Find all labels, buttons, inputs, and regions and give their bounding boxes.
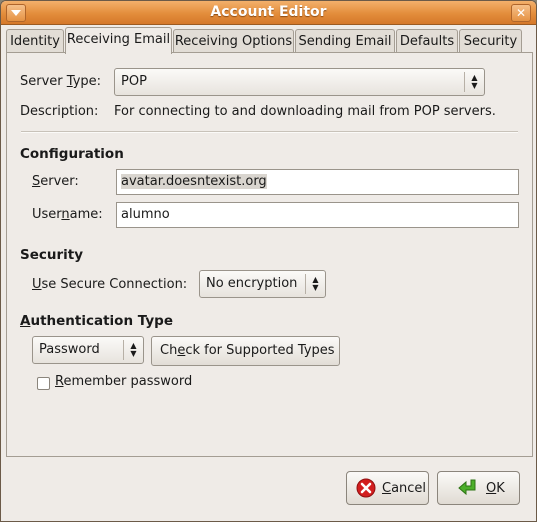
remember-password-checkbox[interactable] xyxy=(37,377,50,390)
server-field[interactable]: avatar.doesntexist.org xyxy=(116,169,519,195)
tab-security[interactable]: Security xyxy=(459,29,522,52)
tab-receiving-options[interactable]: Receiving Options xyxy=(173,29,294,52)
window-title: Account Editor xyxy=(210,4,327,20)
account-editor-window: Account Editor ✕ Identity Receiving Emai… xyxy=(0,0,537,522)
server-label: Server: xyxy=(32,174,79,189)
auth-type-combo[interactable]: Password ▲ ▼ xyxy=(32,336,144,364)
tab-receiving-email[interactable]: Receiving Email xyxy=(65,27,172,54)
server-type-value: POP xyxy=(121,74,147,89)
secure-connection-combo[interactable]: No encryption ▲ ▼ xyxy=(199,270,326,298)
auth-type-value: Password xyxy=(39,342,100,357)
server-value: avatar.doesntexist.org xyxy=(121,174,267,189)
server-type-label: Server Type: xyxy=(20,74,102,89)
titlebar[interactable]: Account Editor ✕ xyxy=(1,1,536,25)
separator xyxy=(21,131,518,133)
cancel-icon xyxy=(356,478,376,498)
description-text: For connecting to and downloading mail f… xyxy=(114,104,496,119)
combo-arrows-icon: ▲ ▼ xyxy=(305,274,325,294)
receiving-email-panel: Server Type: POP ▲ ▼ Description: For con… xyxy=(6,52,533,457)
tab-defaults[interactable]: Defaults xyxy=(396,29,458,52)
tab-bar: Identity Receiving Email Receiving Optio… xyxy=(6,27,526,54)
authentication-heading: Authentication Type xyxy=(20,313,173,329)
ok-label: OK xyxy=(486,480,505,496)
ok-button[interactable]: OK xyxy=(437,471,520,505)
server-type-combo[interactable]: POP ▲ ▼ xyxy=(114,68,485,96)
configuration-heading: Configuration xyxy=(20,146,124,162)
tab-sending-email[interactable]: Sending Email xyxy=(295,29,395,52)
ok-arrow-icon xyxy=(458,479,476,496)
remember-password-label[interactable]: Remember password xyxy=(55,374,192,389)
username-field[interactable]: alumno xyxy=(116,202,519,228)
cancel-label: Cancel xyxy=(382,480,427,496)
combo-arrows-icon: ▲ ▼ xyxy=(464,72,484,92)
username-value: alumno xyxy=(121,207,170,222)
security-heading: Security xyxy=(20,247,84,263)
description-label: Description: xyxy=(20,104,99,119)
cancel-button[interactable]: Cancel xyxy=(346,471,429,505)
tab-identity[interactable]: Identity xyxy=(6,29,64,52)
check-supported-types-button[interactable]: Check for Supported Types xyxy=(151,336,340,366)
close-icon[interactable]: ✕ xyxy=(511,4,531,22)
combo-arrows-icon: ▲ ▼ xyxy=(123,340,143,360)
username-label: Username: xyxy=(32,207,103,222)
secure-connection-value: No encryption xyxy=(206,276,298,291)
secure-connection-label: Use Secure Connection: xyxy=(32,277,188,292)
